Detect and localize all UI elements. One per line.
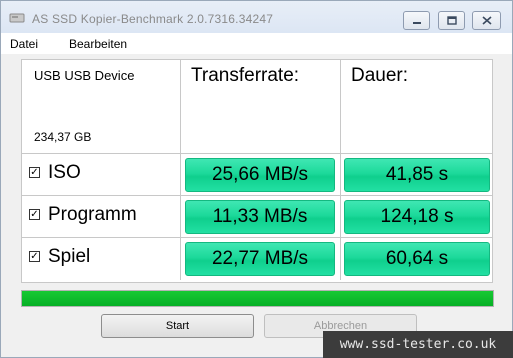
table-row: ✓ Programm 11,33 MB/s 124,18 s (22, 196, 492, 238)
minimize-icon (412, 21, 421, 24)
drive-icon (9, 13, 25, 23)
row-label-cell: ✓ Programm (22, 196, 181, 238)
rate-cell: 22,77 MB/s (181, 238, 341, 280)
duration-result: 124,18 s (344, 200, 490, 234)
table-row: ✓ ISO 25,66 MB/s 41,85 s (22, 154, 492, 196)
title-bar[interactable]: AS SSD Kopier-Benchmark 2.0.7316.34247 (1, 1, 512, 33)
device-size: 234,37 GB (34, 130, 92, 144)
start-button[interactable]: Start (101, 314, 254, 338)
close-button[interactable] (472, 11, 501, 30)
duration-header-cell: Dauer: (341, 60, 492, 154)
device-info-cell: USB USB Device 234,37 GB (22, 60, 181, 154)
time-cell: 41,85 s (341, 154, 492, 196)
transfer-rate-result: 25,66 MB/s (185, 158, 335, 192)
row-label-cell: ✓ Spiel (22, 238, 181, 280)
rate-cell: 25,66 MB/s (181, 154, 341, 196)
watermark: www.ssd-tester.co.uk (323, 331, 513, 358)
device-name: USB USB Device (34, 68, 135, 83)
row-label: Programm (48, 204, 137, 225)
menu-bar: Datei Bearbeiten (1, 33, 512, 54)
rate-cell: 11,33 MB/s (181, 196, 341, 238)
duration-result: 60,64 s (344, 242, 490, 276)
transfer-column-header: Transferrate: (191, 65, 300, 86)
row-label-cell: ✓ ISO (22, 154, 181, 196)
programm-checkbox[interactable]: ✓ (29, 209, 40, 220)
duration-column-header: Dauer: (351, 65, 409, 86)
close-icon (481, 16, 492, 25)
duration-result: 41,85 s (344, 158, 490, 192)
progress-fill (22, 291, 493, 306)
spiel-checkbox[interactable]: ✓ (29, 251, 40, 262)
time-cell: 124,18 s (341, 196, 492, 238)
results-panel: USB USB Device 234,37 GB Transferrate: D… (21, 59, 493, 283)
maximize-icon (446, 16, 457, 25)
menu-bearbeiten[interactable]: Bearbeiten (69, 37, 127, 51)
window-title: AS SSD Kopier-Benchmark 2.0.7316.34247 (32, 12, 274, 26)
row-label: ISO (48, 162, 81, 183)
transfer-rate-result: 22,77 MB/s (185, 242, 335, 276)
transfer-header-cell: Transferrate: (181, 60, 341, 154)
maximize-button[interactable] (438, 11, 465, 30)
app-window: AS SSD Kopier-Benchmark 2.0.7316.34247 D… (0, 0, 513, 358)
table-row: ✓ Spiel 22,77 MB/s 60,64 s (22, 238, 492, 280)
time-cell: 60,64 s (341, 238, 492, 280)
transfer-rate-result: 11,33 MB/s (185, 200, 335, 234)
menu-datei[interactable]: Datei (10, 37, 38, 51)
progress-bar (21, 290, 494, 307)
iso-checkbox[interactable]: ✓ (29, 167, 40, 178)
minimize-button[interactable] (403, 11, 430, 30)
row-label: Spiel (48, 246, 91, 267)
